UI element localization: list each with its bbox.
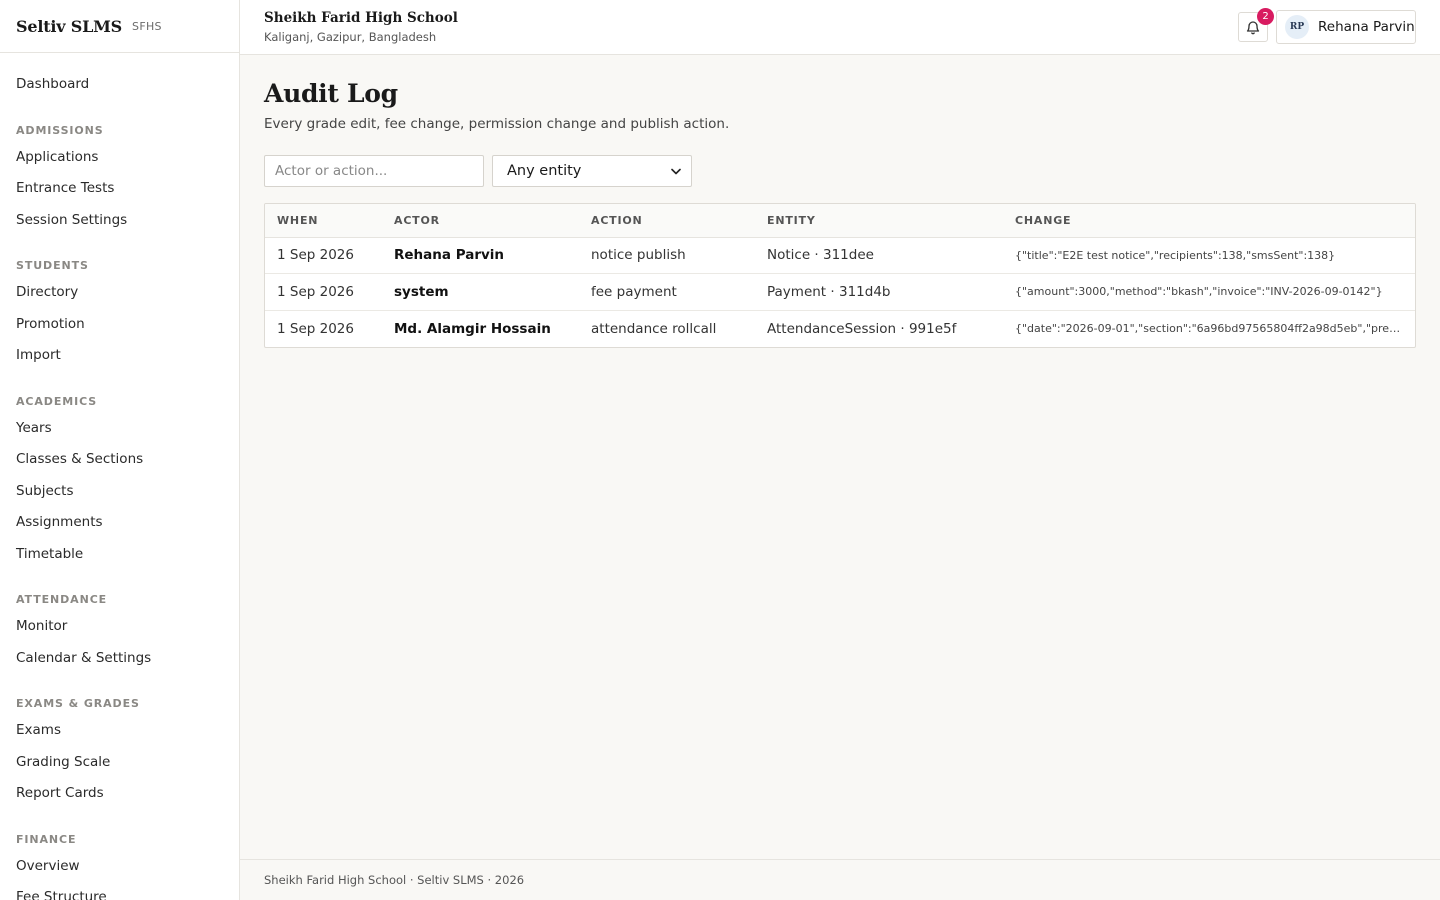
sidebar-item-promotion[interactable]: Promotion xyxy=(0,309,239,341)
cell-change: {"date":"2026-09-01","section":"6a96bd97… xyxy=(1015,322,1415,335)
sidebar-section-exams-and-grades: EXAMS & GRADES xyxy=(16,697,140,710)
sidebar-item-years[interactable]: Years xyxy=(0,413,239,445)
cell-actor: system xyxy=(382,273,579,311)
user-name: Rehana Parvin xyxy=(1318,19,1415,35)
sidebar-nav: Dashboard ADMISSIONS Applications Entrance… xyxy=(0,53,239,900)
column-header-entity: ENTITY xyxy=(755,204,1003,238)
sidebar-item-subjects[interactable]: Subjects xyxy=(0,476,239,508)
sidebar-item-entrance-tests[interactable]: Entrance Tests xyxy=(0,173,239,205)
avatar: RP xyxy=(1285,15,1309,39)
table-header-row: WHEN ACTOR ACTION ENTITY CHANGE xyxy=(265,204,1415,238)
school-location: Kaliganj, Gazipur, Bangladesh xyxy=(264,30,437,44)
table-row[interactable]: 1 Sep 2026 Rehana Parvin notice publish Not… xyxy=(265,237,1415,274)
footer-text: Sheikh Farid High School · Seltiv SLMS ·… xyxy=(264,873,525,887)
notification-count-badge: 2 xyxy=(1257,8,1274,25)
cell-action: attendance rollcall xyxy=(591,320,717,337)
brand-name: Seltiv SLMS xyxy=(16,16,123,36)
sidebar-item-exams[interactable]: Exams xyxy=(0,715,239,747)
table-row[interactable]: 1 Sep 2026 system fee payment Payment · 311… xyxy=(265,273,1415,311)
cell-actor: Rehana Parvin xyxy=(382,237,579,274)
sidebar-item-monitor[interactable]: Monitor xyxy=(0,611,239,643)
sidebar: Seltiv SLMS SFHS Dashboard ADMISSIONS App… xyxy=(0,0,240,900)
sidebar-section-academics: ACADEMICS xyxy=(16,394,98,408)
entity-filter-value: Any entity xyxy=(507,163,582,179)
sidebar-section-finance: FINANCE xyxy=(16,832,77,846)
sidebar-item-fee-structure[interactable]: Fee Structure xyxy=(0,882,239,900)
sidebar-item-dashboard[interactable]: Dashboard xyxy=(0,69,239,101)
table-body: 1 Sep 2026 Rehana Parvin notice publish Not… xyxy=(265,237,1415,347)
sidebar-item-timetable[interactable]: Timetable xyxy=(0,539,239,571)
cell-entity: Payment · 311d4b xyxy=(755,273,1003,311)
sidebar-item-assignments[interactable]: Assignments xyxy=(0,507,239,539)
page-subtitle: Every grade edit, fee change, permission… xyxy=(264,116,730,132)
sidebar-item-overview[interactable]: Overview xyxy=(0,851,239,883)
entity-filter-select[interactable]: Any entity xyxy=(492,155,692,187)
cell-change: {"title":"E2E test notice","recipients":… xyxy=(1003,237,1415,274)
chevron-down-icon xyxy=(671,168,681,174)
column-header-action: ACTION xyxy=(579,204,755,238)
search-input[interactable] xyxy=(264,155,484,187)
sidebar-item-calendar-and-settings[interactable]: Calendar & Settings xyxy=(0,643,239,675)
column-header-actor: ACTOR xyxy=(382,204,579,238)
cell-change: {"amount":3000,"method":"bkash","invoice… xyxy=(1003,273,1415,311)
cell-action: notice publish xyxy=(579,237,755,274)
sidebar-section-students: STUDENTS xyxy=(16,259,89,272)
sidebar-item-import[interactable]: Import xyxy=(0,340,239,372)
sidebar-item-grading-scale[interactable]: Grading Scale xyxy=(0,747,239,779)
top-header: Sheikh Farid High School Kaliganj, Gazip… xyxy=(240,0,1440,55)
sidebar-item-report-cards[interactable]: Report Cards xyxy=(0,778,239,810)
sidebar-section-attendance: ATTENDANCE xyxy=(16,593,108,606)
audit-log-table: WHEN ACTOR ACTION ENTITY CHANGE 1 Sep 2026 Re… xyxy=(264,203,1416,348)
column-header-change: CHANGE xyxy=(1003,204,1415,238)
column-header-when: WHEN xyxy=(265,204,382,238)
cell-entity: AttendanceSession · 991e5f xyxy=(767,320,957,337)
sidebar-item-directory[interactable]: Directory xyxy=(0,277,239,309)
sidebar-item-applications[interactable]: Applications xyxy=(0,142,239,174)
cell-when: 1 Sep 2026 xyxy=(265,237,382,274)
school-name: Sheikh Farid High School xyxy=(264,10,458,26)
sidebar-item-session-settings[interactable]: Session Settings xyxy=(0,205,239,237)
table-row[interactable]: 1 Sep 2026 Md. Alamgir Hossain attendance … xyxy=(265,310,1415,347)
cell-entity: Notice · 311dee xyxy=(755,237,1003,274)
sidebar-section-admissions: ADMISSIONS xyxy=(16,123,104,137)
cell-when: 1 Sep 2026 xyxy=(265,273,382,311)
sidebar-item-classes-and-sections[interactable]: Classes & Sections xyxy=(0,444,239,476)
footer: Sheikh Farid High School · Seltiv SLMS ·… xyxy=(240,859,1440,900)
cell-action: fee payment xyxy=(579,273,755,311)
main-content: Audit Log Every grade edit, fee change, … xyxy=(240,55,1440,859)
page-title: Audit Log xyxy=(264,79,398,108)
user-menu-button[interactable]: RP Rehana Parvin xyxy=(1276,10,1416,44)
brand-code: SFHS xyxy=(132,19,162,33)
cell-actor: Md. Alamgir Hossain xyxy=(394,320,551,337)
notifications-button[interactable]: 2 xyxy=(1238,8,1274,42)
cell-when: 1 Sep 2026 xyxy=(277,320,354,337)
brand[interactable]: Seltiv SLMS SFHS xyxy=(0,0,239,53)
